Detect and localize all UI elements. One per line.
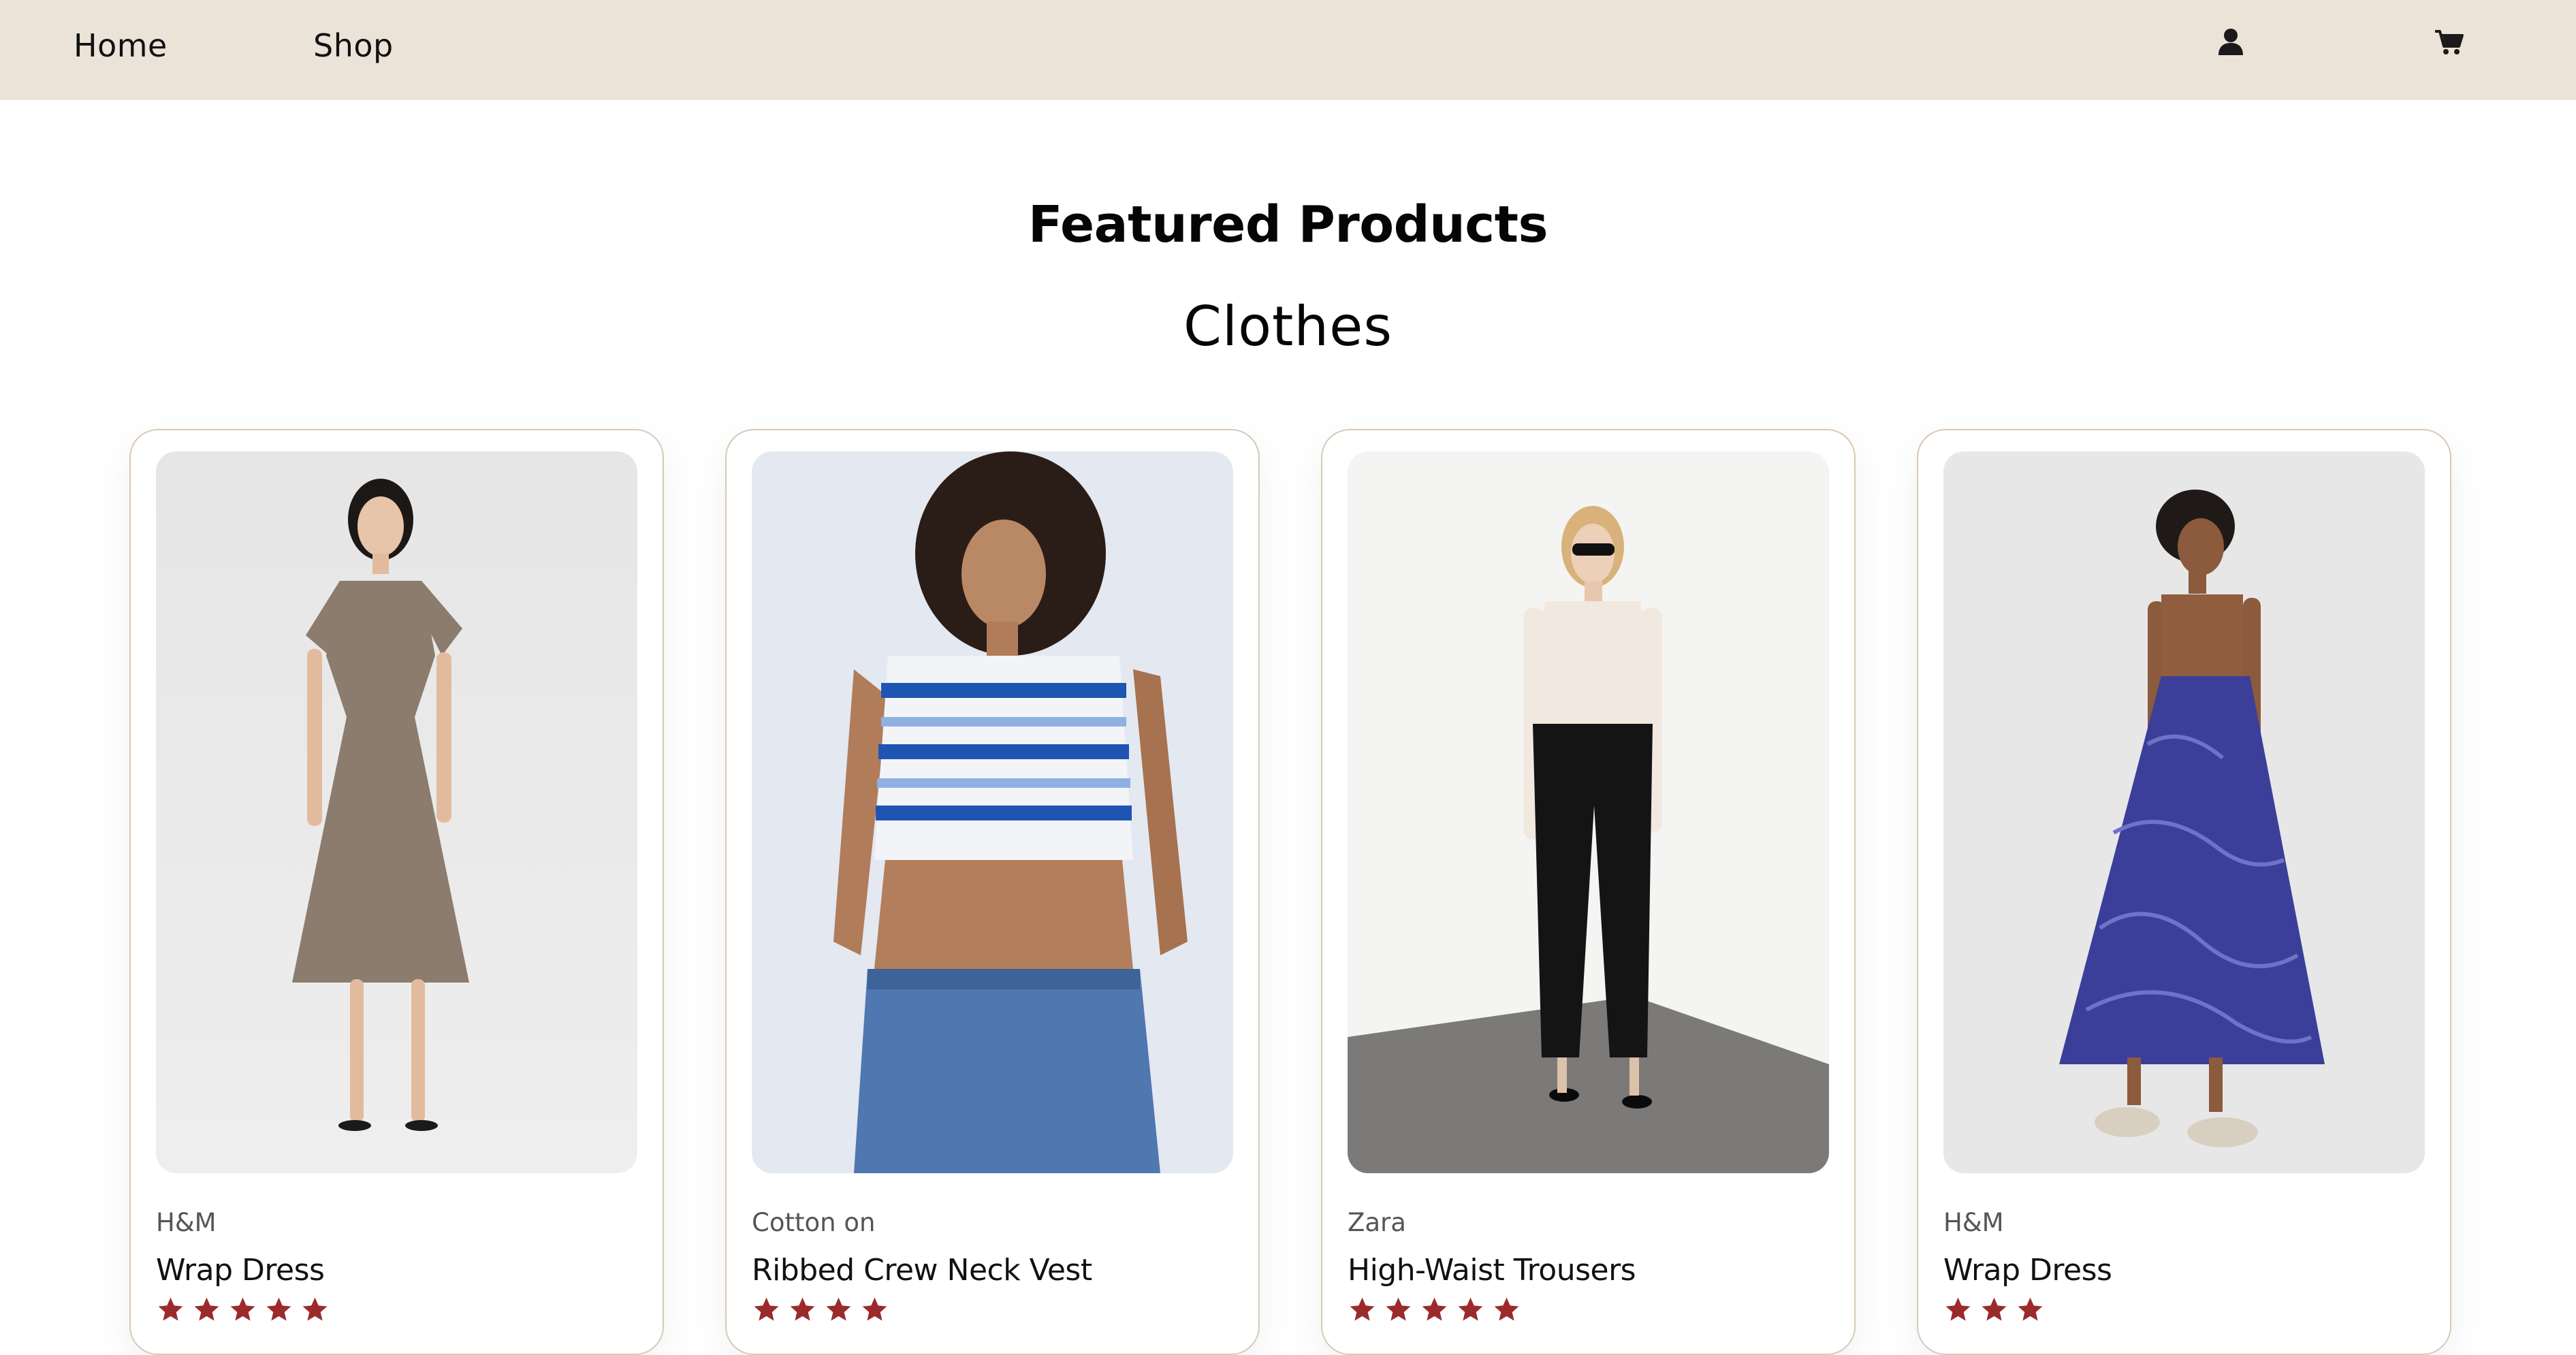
star-icon	[1386, 1297, 1411, 1321]
product-rating	[752, 1295, 889, 1325]
star-icon	[1982, 1297, 2007, 1321]
product-name[interactable]: Wrap Dress	[156, 1252, 325, 1289]
product-image-woman-in-blue-patterned-dress[interactable]	[1943, 451, 2425, 1173]
product-rating	[1943, 1295, 2045, 1325]
cart-icon[interactable]	[2430, 26, 2468, 59]
section-title: Clothes	[1183, 295, 1393, 358]
star-icon	[1458, 1297, 1483, 1321]
product-rating	[1348, 1295, 1521, 1325]
product-image-woman-in-black-high-waist-trousers[interactable]	[1348, 451, 1829, 1173]
star-icon	[790, 1297, 815, 1321]
product-name[interactable]: High-Waist Trousers	[1348, 1252, 1636, 1289]
star-icon	[1494, 1297, 1519, 1321]
star-icon	[2018, 1297, 2043, 1321]
product-image-woman-in-taupe-wrap-dress[interactable]	[156, 451, 637, 1173]
nav-home-link[interactable]: Home	[74, 27, 168, 64]
star-icon	[862, 1297, 887, 1321]
product-brand: Cotton on	[752, 1208, 876, 1237]
product-card[interactable]: H&M Wrap Dress	[129, 429, 664, 1355]
product-name[interactable]: Ribbed Crew Neck Vest	[752, 1252, 1092, 1289]
star-icon	[266, 1297, 291, 1321]
star-icon	[1350, 1297, 1375, 1321]
product-brand: H&M	[1943, 1208, 2004, 1237]
nav-shop-link[interactable]: Shop	[313, 27, 394, 64]
product-card[interactable]: Cotton on Ribbed Crew Neck Vest	[725, 429, 1260, 1355]
star-icon	[1945, 1297, 1971, 1321]
star-icon	[754, 1297, 779, 1321]
product-name[interactable]: Wrap Dress	[1943, 1252, 2112, 1289]
star-icon	[194, 1297, 219, 1321]
product-card[interactable]: H&M Wrap Dress	[1917, 429, 2451, 1355]
user-icon[interactable]	[2212, 26, 2250, 59]
star-icon	[158, 1297, 183, 1321]
product-rating	[156, 1295, 330, 1325]
product-image-woman-in-striped-crop-vest-and-jeans[interactable]	[752, 451, 1233, 1173]
product-brand: H&M	[156, 1208, 217, 1237]
product-brand: Zara	[1348, 1208, 1406, 1237]
star-icon	[826, 1297, 851, 1321]
star-icon	[1422, 1297, 1447, 1321]
star-icon	[302, 1297, 328, 1321]
page-title: Featured Products	[1028, 195, 1548, 254]
product-card[interactable]: Zara High-Waist Trousers	[1321, 429, 1856, 1355]
star-icon	[230, 1297, 255, 1321]
top-navigation-bar: Home Shop	[0, 0, 2576, 100]
